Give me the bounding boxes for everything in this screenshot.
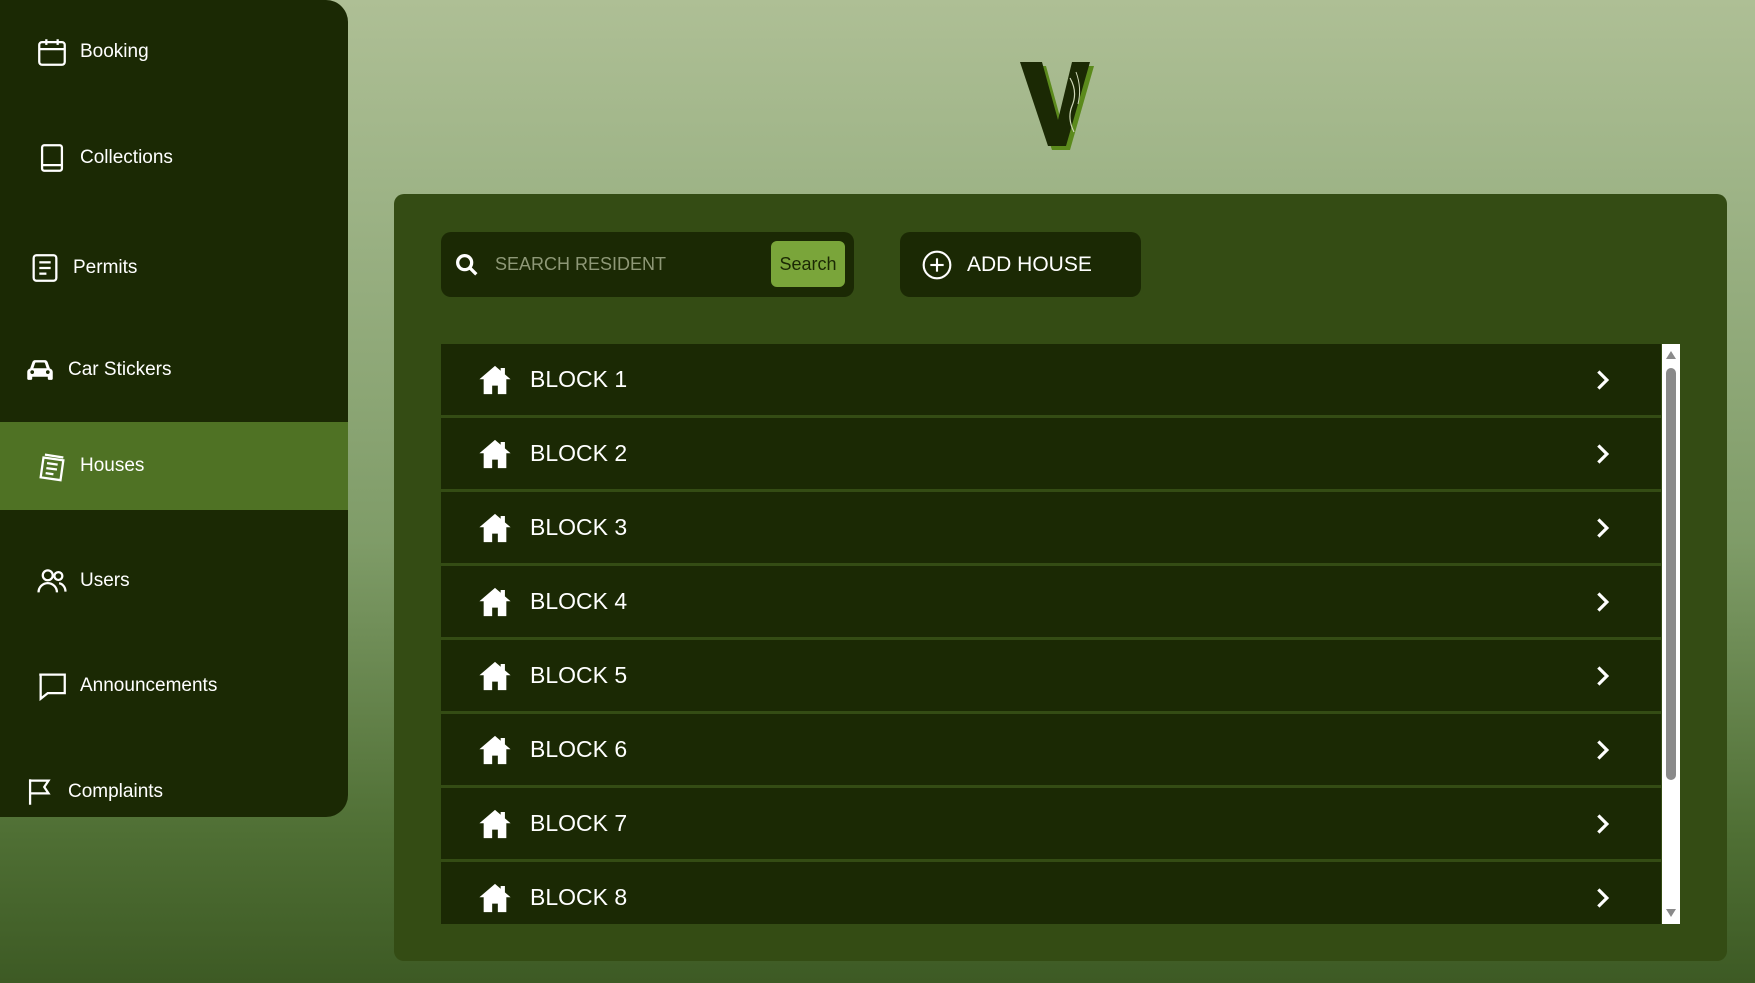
block-label: BLOCK 3: [530, 514, 628, 540]
document-icon: [27, 250, 63, 286]
sidebar-item-label: Houses: [80, 455, 145, 476]
chevron-right-icon: [1597, 887, 1610, 908]
chevron-right-icon: [1597, 369, 1610, 390]
scroll-up-arrow-icon[interactable]: [1665, 350, 1677, 360]
sidebar-item-label: Collections: [80, 147, 173, 168]
sidebar: Booking Collections Permits Car Stickers…: [0, 0, 348, 817]
home-icon: [479, 661, 511, 690]
block-label: BLOCK 4: [530, 588, 628, 614]
chevron-right-icon: [1597, 443, 1610, 464]
sidebar-item-permits[interactable]: Permits: [0, 224, 348, 312]
block-label: BLOCK 2: [530, 440, 628, 466]
home-icon: [479, 809, 511, 838]
add-house-label: ADD HOUSE: [967, 252, 1092, 276]
block-row-3[interactable]: BLOCK 3: [441, 492, 1661, 565]
sidebar-item-label: Announcements: [80, 675, 218, 696]
users-icon: [34, 563, 70, 599]
scrollbar-thumb[interactable]: [1666, 368, 1676, 780]
home-icon: [479, 513, 511, 542]
block-row-2[interactable]: BLOCK 2: [441, 418, 1661, 491]
sidebar-item-users[interactable]: Users: [0, 537, 348, 625]
sidebar-item-collections[interactable]: Collections: [0, 114, 348, 202]
home-icon: [479, 883, 511, 912]
home-icon: [479, 735, 511, 764]
chevron-right-icon: [1597, 517, 1610, 538]
block-label: BLOCK 1: [530, 366, 628, 392]
add-house-button[interactable]: ADD HOUSE: [900, 232, 1141, 297]
chevron-right-icon: [1597, 665, 1610, 686]
sidebar-item-label: Complaints: [68, 781, 164, 802]
houses-icon: [34, 448, 70, 484]
sidebar-item-label: Users: [80, 570, 130, 591]
scrollbar[interactable]: [1662, 344, 1680, 924]
search-button[interactable]: Search: [771, 241, 845, 287]
block-row-1[interactable]: BLOCK 1: [441, 344, 1661, 417]
car-icon: [22, 352, 58, 388]
sidebar-item-label: Car Stickers: [68, 359, 172, 380]
sidebar-item-complaints[interactable]: Complaints: [0, 748, 348, 836]
chevron-right-icon: [1597, 591, 1610, 612]
chevron-right-icon: [1597, 739, 1610, 760]
block-row-8[interactable]: BLOCK 8: [441, 862, 1661, 924]
block-label: BLOCK 5: [530, 662, 628, 688]
search-icon: [456, 253, 478, 275]
sidebar-item-booking[interactable]: Booking: [0, 8, 348, 96]
block-row-6[interactable]: BLOCK 6: [441, 714, 1661, 787]
search-input[interactable]: [495, 244, 755, 285]
home-icon: [479, 587, 511, 616]
block-label: BLOCK 8: [530, 884, 628, 910]
plus-circle-icon: [922, 250, 952, 279]
home-icon: [479, 365, 511, 394]
book-icon: [34, 140, 70, 176]
scroll-down-arrow-icon[interactable]: [1665, 908, 1677, 918]
block-row-7[interactable]: BLOCK 7: [441, 788, 1661, 861]
block-label: BLOCK 7: [530, 810, 628, 836]
home-icon: [479, 439, 511, 468]
search-bar: Search: [441, 232, 854, 297]
block-list: BLOCK 1 BLOCK 2 BLOCK 3 BLOCK 4 BLOCK 5 …: [441, 344, 1661, 924]
chevron-right-icon: [1597, 813, 1610, 834]
block-label: BLOCK 6: [530, 736, 628, 762]
logo: [1018, 58, 1102, 154]
sidebar-item-car-stickers[interactable]: Car Stickers: [0, 326, 348, 414]
block-row-5[interactable]: BLOCK 5: [441, 640, 1661, 713]
sidebar-item-houses[interactable]: Houses: [0, 422, 348, 510]
flag-icon: [22, 774, 58, 810]
chat-icon: [34, 668, 70, 704]
calendar-icon: [34, 34, 70, 70]
sidebar-item-label: Booking: [80, 41, 149, 62]
block-row-4[interactable]: BLOCK 4: [441, 566, 1661, 639]
sidebar-item-announcements[interactable]: Announcements: [0, 642, 348, 730]
sidebar-item-label: Permits: [73, 257, 138, 278]
